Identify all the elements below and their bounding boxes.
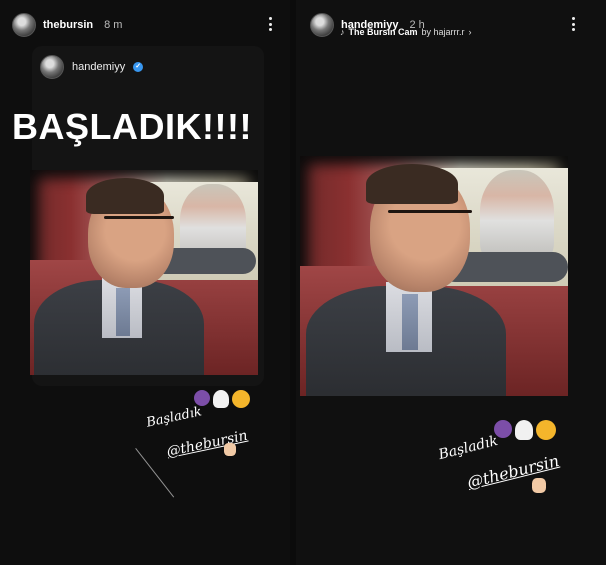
chevron-right-icon: ›: [468, 27, 472, 37]
emoji-row: [494, 420, 556, 440]
username-label[interactable]: thebursin: [43, 19, 93, 31]
more-options-icon[interactable]: [566, 16, 580, 32]
music-title: The Bursin Cam: [348, 27, 418, 37]
avatar-handemiyy[interactable]: [40, 55, 64, 79]
man-hair: [86, 178, 164, 214]
man-hair: [366, 164, 458, 204]
rock-hand-emoji-icon: [224, 443, 236, 456]
avatar-thebursin[interactable]: [12, 13, 36, 37]
story-photo-right: [300, 156, 568, 396]
emoji-person-icon: [194, 390, 210, 406]
reshared-username[interactable]: handemiyy: [72, 61, 125, 73]
mention-link[interactable]: @thebursin: [465, 451, 561, 492]
more-options-icon[interactable]: [263, 16, 277, 32]
music-attribution[interactable]: ♪ The Bursin Cam by hajarrr.r ›: [340, 27, 472, 37]
tie: [402, 294, 418, 350]
story-photo-left: [30, 170, 258, 375]
emoji-ghost-icon: [213, 390, 229, 408]
story-panel-right: handemiyy 2 h ♪ The Bursin Cam by hajarr…: [296, 0, 606, 565]
tie: [116, 288, 130, 336]
emoji-person-icon: [494, 420, 512, 438]
music-note-icon: ♪: [340, 27, 345, 37]
background-person: [480, 170, 554, 262]
emoji-row: [194, 390, 250, 408]
verified-badge-icon: ✓: [133, 62, 144, 72]
timestamp-label: 8 m: [104, 19, 123, 31]
mention-link[interactable]: @thebursin: [165, 428, 249, 461]
emoji-ghost-icon: [515, 420, 533, 440]
story-title-text: BAŞLADIK!!!!: [12, 106, 252, 147]
rock-hand-emoji-icon: [532, 478, 546, 493]
sunglasses: [104, 216, 174, 219]
caption-text: Başladık: [145, 404, 204, 431]
emoji-smiling-face-icon: [232, 390, 250, 408]
emoji-smiling-face-icon: [536, 420, 556, 440]
caption-text: Başladık: [436, 432, 500, 464]
story-header-left: thebursin 8 m: [12, 13, 122, 37]
story-panel-left: thebursin 8 m handemiyy ✓ BAŞLADIK!!!! B…: [0, 0, 290, 565]
music-artist: by hajarrr.r: [421, 27, 465, 37]
avatar-handemiyy[interactable]: [310, 13, 334, 37]
sunglasses: [388, 210, 472, 213]
reshared-post-header: handemiyy ✓: [40, 55, 144, 79]
